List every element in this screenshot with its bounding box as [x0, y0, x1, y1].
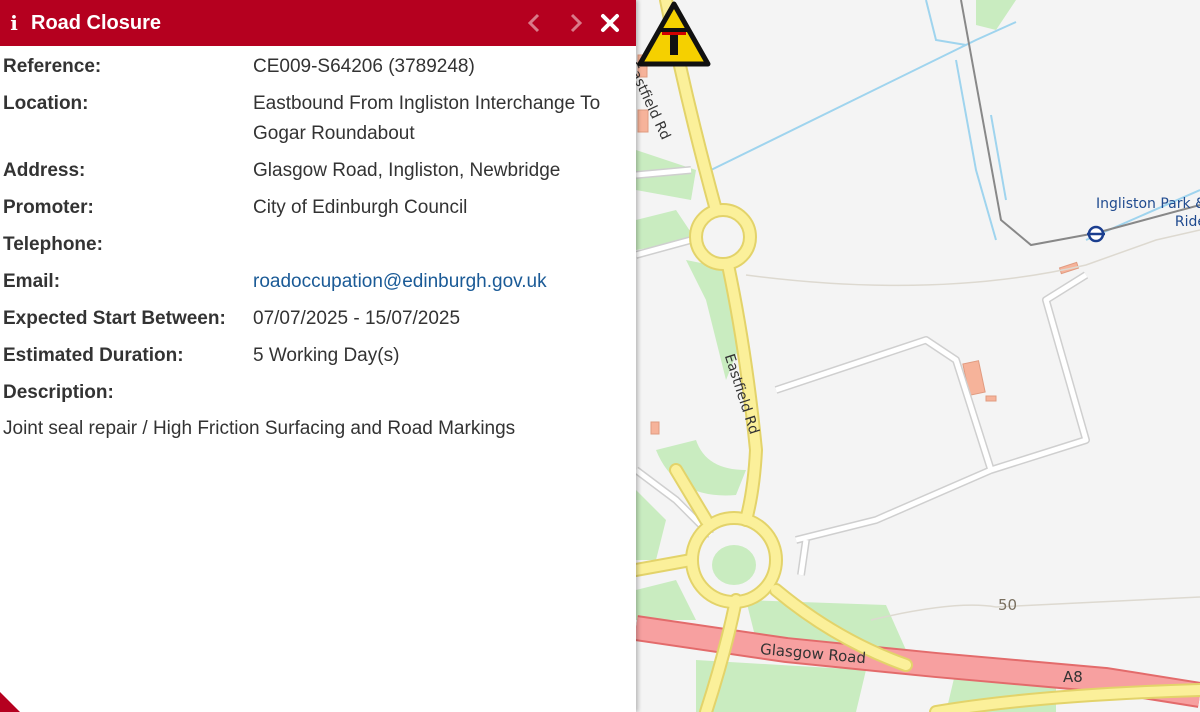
field-email: Email: roadoccupation@edinburgh.gov.uk [3, 267, 628, 297]
field-address: Address: Glasgow Road, Ingliston, Newbri… [3, 156, 628, 186]
map-view[interactable]: Eastfield Rd Eastfield Rd Glasgow Road A… [636, 0, 1200, 712]
duration-value: 5 Working Day(s) [253, 345, 400, 366]
roadworks-warning-icon[interactable] [636, 0, 712, 68]
field-label: Reference: [3, 56, 102, 77]
field-label: Address: [3, 160, 86, 181]
next-button[interactable] [562, 0, 590, 46]
field-expected-start: Expected Start Between: 07/07/2025 - 15/… [3, 304, 628, 334]
email-link[interactable]: roadoccupation@edinburgh.gov.uk [253, 267, 628, 297]
telephone-value [253, 230, 628, 260]
field-label: Location: [3, 93, 89, 114]
field-label: Description: [3, 382, 114, 403]
field-label: Expected Start Between: [3, 308, 226, 329]
location-value: Eastbound From Ingliston Interchange To … [253, 93, 601, 144]
close-button[interactable] [596, 0, 624, 46]
close-icon [601, 14, 619, 32]
reference-value: CE009-S64206 (3789248) [253, 56, 475, 77]
panel-header: i Road Closure [0, 0, 636, 46]
description-label-value [253, 378, 628, 408]
field-telephone: Telephone: [3, 230, 628, 260]
previous-button[interactable] [520, 0, 548, 46]
field-label: Estimated Duration: [3, 345, 184, 366]
chevron-left-icon [527, 13, 540, 33]
field-label: Telephone: [3, 234, 103, 255]
address-value: Glasgow Road, Ingliston, Newbridge [253, 160, 561, 181]
road-closure-panel: i Road Closure Reference: CE009-S64206 (… [0, 0, 636, 712]
info-icon: i [10, 11, 18, 35]
station-label: Ingliston Park & Ride [1096, 196, 1200, 230]
field-promoter: Promoter: City of Edinburgh Council [3, 193, 628, 223]
chevron-right-icon [570, 13, 583, 33]
panel-title: Road Closure [31, 11, 162, 34]
field-description: Description: [3, 378, 628, 408]
field-label: Promoter: [3, 197, 94, 218]
expected-start-value: 07/07/2025 - 15/07/2025 [253, 308, 461, 329]
field-label: Email: [3, 271, 61, 292]
promoter-value: City of Edinburgh Council [253, 197, 468, 218]
field-duration: Estimated Duration: 5 Working Day(s) [3, 341, 628, 371]
description-text: Joint seal repair / High Friction Surfac… [3, 418, 516, 439]
road-label-a8: A8 [1063, 668, 1083, 686]
field-reference: Reference: CE009-S64206 (3789248) [3, 52, 628, 82]
resize-corner [0, 692, 20, 712]
contour-label: 50 [998, 596, 1018, 614]
details-list: Reference: CE009-S64206 (3789248) Locati… [3, 52, 628, 444]
field-location: Location: Eastbound From Ingliston Inter… [3, 89, 628, 149]
